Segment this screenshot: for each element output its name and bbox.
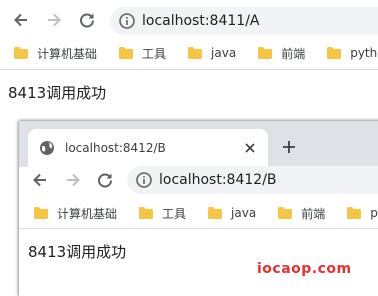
tab-strip: localhost:8412/B: [19, 121, 378, 167]
page-content-text: 8413调用成功: [8, 84, 107, 102]
bookmark-item[interactable]: python: [327, 46, 378, 60]
bookmark-item[interactable]: java: [188, 46, 236, 60]
outer-toolbar: localhost:8411/A: [0, 0, 378, 40]
forward-button[interactable]: [61, 168, 85, 192]
tab-title: localhost:8412/B: [65, 141, 166, 155]
arrow-left-icon: [33, 173, 46, 187]
url-text[interactable]: localhost:8412/B: [159, 172, 277, 188]
new-tab-button[interactable]: [277, 135, 301, 159]
bookmark-label: 计算机基础: [37, 46, 98, 61]
reload-icon: [80, 13, 94, 28]
bookmark-item[interactable]: 计算机基础: [14, 45, 97, 62]
plus-icon: [283, 141, 295, 153]
tab-close-button[interactable]: [242, 140, 258, 156]
watermark-text: iocaop.com: [257, 261, 352, 277]
folder-icon: [258, 47, 273, 59]
bookmark-label: 前端: [301, 206, 326, 221]
toolbar-divider: [0, 69, 378, 70]
address-bar[interactable]: localhost:8412/B: [127, 166, 378, 194]
close-icon: [245, 143, 255, 153]
arrow-right-icon: [67, 173, 80, 187]
folder-icon: [278, 207, 293, 219]
address-bar[interactable]: localhost:8411/A: [110, 7, 378, 35]
folder-icon: [188, 47, 203, 59]
back-button[interactable]: [9, 8, 33, 32]
tab-active[interactable]: localhost:8412/B: [28, 129, 268, 167]
back-button[interactable]: [28, 168, 52, 192]
globe-icon: [40, 141, 54, 155]
arrow-right-icon: [48, 13, 61, 27]
folder-icon: [208, 207, 223, 219]
bookmark-item[interactable]: pytho: [347, 206, 378, 220]
bookmark-item[interactable]: 计算机基础: [34, 205, 117, 222]
bookmark-item[interactable]: java: [208, 206, 256, 220]
reload-button[interactable]: [75, 8, 99, 32]
toolbar-divider: [19, 228, 378, 229]
bookmark-label: 工具: [162, 206, 187, 221]
bookmark-label: 前端: [281, 46, 306, 61]
info-icon[interactable]: [118, 12, 136, 30]
bookmark-label: java: [211, 46, 237, 60]
reload-button[interactable]: [93, 168, 117, 192]
bookmark-item[interactable]: 工具: [139, 205, 186, 222]
bookmark-label: 工具: [142, 46, 167, 61]
bookmark-item[interactable]: 工具: [119, 45, 166, 62]
bookmark-label: python: [350, 46, 378, 60]
outer-bookmarks-bar: 计算机基础 工具 java 前端 python: [14, 39, 378, 67]
folder-icon: [34, 207, 48, 219]
folder-icon: [327, 47, 342, 59]
forward-button[interactable]: [42, 8, 66, 32]
arrow-left-icon: [14, 13, 27, 27]
bookmark-item[interactable]: 前端: [278, 205, 325, 222]
bookmark-label: java: [231, 206, 257, 220]
page-content-text: 8413调用成功: [28, 243, 127, 261]
info-icon[interactable]: [135, 171, 153, 189]
folder-icon: [347, 207, 362, 219]
url-text[interactable]: localhost:8411/A: [142, 13, 259, 29]
inner-bookmarks-bar: 计算机基础 工具 java 前端 pytho: [34, 199, 378, 227]
folder-icon: [139, 207, 154, 219]
bookmark-label: pytho: [370, 206, 378, 220]
folder-icon: [119, 47, 134, 59]
bookmark-item[interactable]: 前端: [258, 45, 305, 62]
reload-icon: [98, 173, 112, 188]
bookmark-label: 计算机基础: [57, 206, 118, 221]
folder-icon: [14, 47, 28, 59]
